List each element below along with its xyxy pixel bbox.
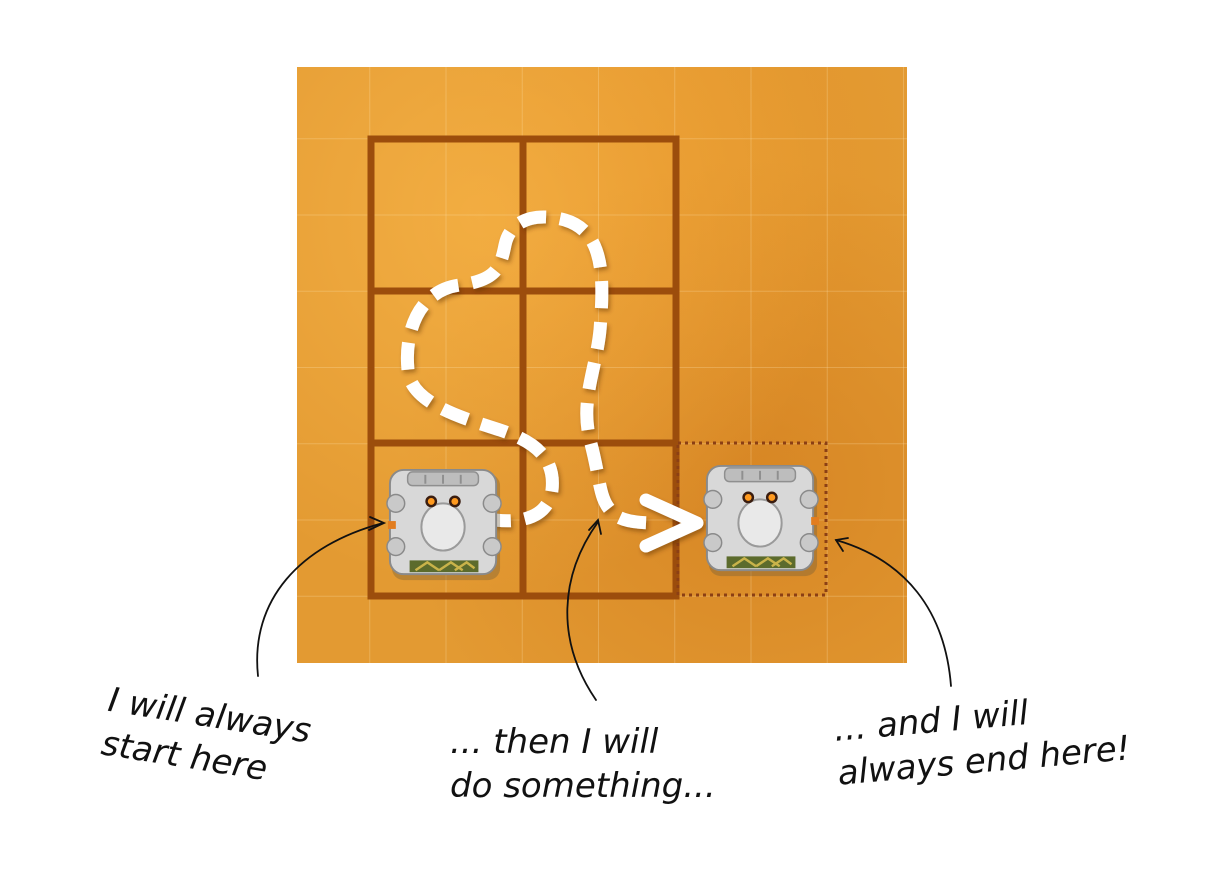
robot-icon xyxy=(703,464,820,577)
path-arrowhead xyxy=(639,493,704,553)
start-robot xyxy=(386,468,502,581)
robot-icon xyxy=(386,468,502,581)
end-annotation-arrow xyxy=(835,539,952,687)
end-robot xyxy=(703,464,820,577)
end-annotation-arrowhead xyxy=(834,537,849,552)
middle-caption-line: ... then I will xyxy=(450,722,659,762)
middle-caption: ... then I will do something... xyxy=(450,720,716,808)
annotation-arrows xyxy=(256,516,952,701)
middle-annotation-arrow xyxy=(566,521,599,701)
middle-caption-line: do something... xyxy=(450,766,716,806)
start-annotation-arrow xyxy=(256,522,384,677)
